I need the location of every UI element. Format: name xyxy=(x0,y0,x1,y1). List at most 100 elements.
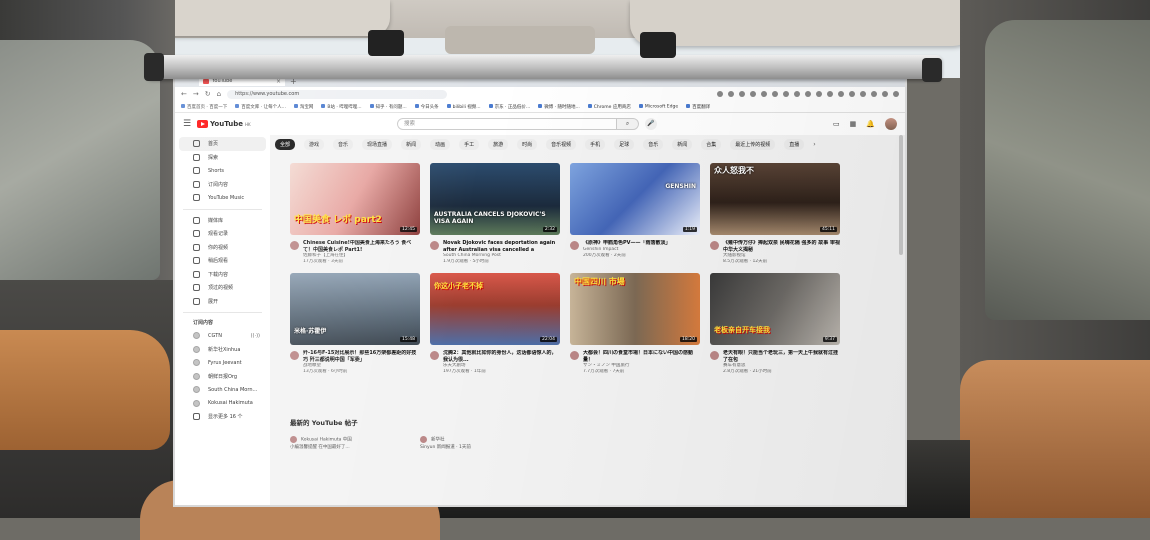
video-title[interactable]: Chinese Cuisine!中国美食上海来たろう 食べて！中国美食レポ Pa… xyxy=(303,240,420,253)
chip[interactable]: 新闻 xyxy=(401,138,422,150)
extension-icon[interactable] xyxy=(860,91,866,97)
chip[interactable]: 音乐 xyxy=(643,138,664,150)
sidebar-item-watch-later[interactable]: 稍后观看 xyxy=(175,254,270,268)
community-post[interactable]: 新华社 Sinyun 新闻报道 · 1天前 xyxy=(420,435,580,451)
sidebar-item-explore[interactable]: 探索 xyxy=(175,151,270,165)
bookmark-item[interactable]: 京东 · 正品低价... xyxy=(489,104,531,110)
video-title[interactable]: 《雍中传万仔》捧起双泉 民嗨花隔 强多的 故事 审视中华大义揭秘 xyxy=(723,240,840,253)
account-avatar[interactable] xyxy=(885,118,897,130)
video-thumbnail[interactable]: 中国四川 市場 18:20 xyxy=(570,273,700,345)
video-card[interactable]: 老板亲自开车接我 9:37 老天有眼！只能当个老玩三，第一天上午我就有过挂了在包… xyxy=(710,273,840,375)
youtube-logo[interactable]: YouTube HK xyxy=(197,120,267,128)
video-card[interactable]: 米格·苏霍伊 15:48 歼-16与F-15对比展示！那些16万架都差距的好技巧… xyxy=(290,273,420,375)
chip[interactable]: 合集 xyxy=(701,138,722,150)
chip-all[interactable]: 全部 xyxy=(275,138,296,150)
extension-icon[interactable] xyxy=(827,91,833,97)
extension-icon[interactable] xyxy=(882,91,888,97)
chip[interactable]: 游戏 xyxy=(304,138,325,150)
video-title[interactable]: 歼-16与F-15对比展示！那些16万架都差距的好技巧 歼三都说明中国「军委」 xyxy=(303,350,420,363)
extension-icon[interactable] xyxy=(783,91,789,97)
sidebar-item-show-more[interactable]: 展开 xyxy=(175,295,270,309)
channel-avatar[interactable] xyxy=(430,241,439,250)
video-thumbnail[interactable]: GENSHIN 1:19 xyxy=(570,163,700,235)
chip[interactable]: 手机 xyxy=(585,138,606,150)
bookmark-item[interactable]: 百度文库 · 让每个人... xyxy=(235,104,286,110)
chip[interactable]: 音乐 xyxy=(333,138,354,150)
bookmark-item[interactable]: Microsoft Edge xyxy=(639,104,678,109)
chip[interactable]: 直播 xyxy=(784,138,805,150)
sidebar-item-liked[interactable]: 顶过的视频 xyxy=(175,281,270,295)
sidebar-show-more-subs[interactable]: 显示更多 16 个 xyxy=(175,410,270,424)
chip[interactable]: 音乐视频 xyxy=(546,138,577,150)
apps-grid-icon[interactable]: ▦ xyxy=(850,120,857,128)
sidebar-sub-channel[interactable]: Kokusai Hakimuta xyxy=(175,397,270,411)
video-thumbnail[interactable]: 你这小子老不掉 22:04 xyxy=(430,273,560,345)
bookmark-item[interactable]: 知乎 · 有问题... xyxy=(370,104,407,110)
chip[interactable]: 现场直播 xyxy=(362,138,393,150)
video-card[interactable]: 中国美食 レポ part2 12:45 Chinese Cuisine!中国美食… xyxy=(290,163,420,265)
bookmark-item[interactable]: 百度翻译 xyxy=(686,104,710,110)
microphone-icon[interactable]: 🎤 xyxy=(645,118,657,130)
bookmark-item[interactable]: 今日头条 xyxy=(415,104,439,110)
bookmark-item[interactable]: Chrome 应用商店 xyxy=(588,104,631,110)
channel-avatar[interactable] xyxy=(570,241,579,250)
bookmark-item[interactable]: B站 · 哔哩哔哩... xyxy=(321,104,361,110)
extension-icon[interactable] xyxy=(805,91,811,97)
sidebar-item-your-videos[interactable]: 你的视频 xyxy=(175,241,270,255)
notifications-bell-icon[interactable]: 🔔 xyxy=(866,120,875,128)
bookmark-item[interactable]: 百度首页 · 百度一下 xyxy=(181,104,227,110)
sidebar-item-history[interactable]: 观看记录 xyxy=(175,227,270,241)
extension-icon[interactable] xyxy=(739,91,745,97)
extension-icon[interactable] xyxy=(838,91,844,97)
sidebar-sub-channel[interactable]: CGTN ((·)) xyxy=(175,329,270,343)
search-input[interactable]: 搜索 xyxy=(397,118,617,130)
channel-avatar[interactable] xyxy=(290,351,299,360)
extension-icon[interactable] xyxy=(761,91,767,97)
home-nav-icon[interactable]: ⌂ xyxy=(217,90,221,98)
sidebar-item-downloads[interactable]: 下载内容 xyxy=(175,268,270,282)
sidebar-sub-channel[interactable]: 朝鲜日报Org xyxy=(175,370,270,384)
video-card[interactable]: 众人怒我不 45:11 《雍中传万仔》捧起双泉 民嗨花隔 强多的 故事 审视中华… xyxy=(710,163,840,265)
sidebar-item-music[interactable]: YouTube Music xyxy=(175,191,270,205)
extension-icon[interactable] xyxy=(728,91,734,97)
sidebar-item-home[interactable]: 首页 xyxy=(179,137,266,151)
extension-icon[interactable] xyxy=(772,91,778,97)
menu-icon[interactable]: ☰ xyxy=(183,119,197,129)
bookmark-item[interactable]: 微博 · 随时随地... xyxy=(538,104,580,110)
chip[interactable]: 新闻 xyxy=(672,138,693,150)
chip[interactable]: 旅游 xyxy=(488,138,509,150)
profile-icon[interactable] xyxy=(893,91,899,97)
video-title[interactable]: 老天有眼！只能当个老玩三，第一天上午我就有过挂了在包 xyxy=(723,350,840,363)
sidebar-item-subscriptions[interactable]: 订阅内容 xyxy=(175,178,270,192)
bookmark-item[interactable]: bilibili 视频... xyxy=(447,104,481,110)
video-thumbnail[interactable]: 众人怒我不 45:11 xyxy=(710,163,840,235)
channel-avatar[interactable] xyxy=(710,241,719,250)
sidebar-sub-channel[interactable]: South China Morn... xyxy=(175,383,270,397)
video-card[interactable]: GENSHIN 1:19 《原神》申鹤角色PV——「雨落散淡」 Genshin … xyxy=(570,163,700,265)
video-thumbnail[interactable]: 中国美食 レポ part2 12:45 xyxy=(290,163,420,235)
channel-avatar[interactable] xyxy=(290,241,299,250)
channel-avatar[interactable] xyxy=(570,351,579,360)
video-title[interactable]: 《原神》申鹤角色PV——「雨落散淡」 xyxy=(583,240,671,247)
bookmark-item[interactable]: 淘宝网 xyxy=(294,104,314,110)
video-card[interactable]: 你这小子老不掉 22:04 沈腾2：其他就比如你的身份人，这话都语惊人的，我认为… xyxy=(430,273,560,375)
video-title[interactable]: 沈腾2：其他就比如你的身份人，这话都语惊人的，我认为很... xyxy=(443,350,560,363)
sidebar-sub-channel[interactable]: Fyrus Jeevant xyxy=(175,356,270,370)
create-video-icon[interactable]: ▭ xyxy=(833,120,840,128)
chip[interactable]: 动画 xyxy=(430,138,451,150)
post-channel[interactable]: 新华社 xyxy=(420,435,580,444)
extension-icon[interactable] xyxy=(816,91,822,97)
reload-icon[interactable]: ↻ xyxy=(205,90,211,98)
sidebar-sub-channel[interactable]: 新华社Xinhua xyxy=(175,343,270,357)
chevron-right-icon[interactable]: › xyxy=(813,141,815,148)
forward-icon[interactable]: → xyxy=(193,90,199,98)
extension-icon[interactable] xyxy=(871,91,877,97)
sidebar-item-shorts[interactable]: Shorts xyxy=(175,164,270,178)
sidebar-item-library[interactable]: 媒体库 xyxy=(175,214,270,228)
channel-avatar[interactable] xyxy=(430,351,439,360)
extension-icon[interactable] xyxy=(750,91,756,97)
video-title[interactable]: 大都会！四川の食堂市場！日本にない中国の感動量！ xyxy=(583,350,700,363)
channel-avatar[interactable] xyxy=(710,351,719,360)
video-card[interactable]: AUSTRALIA CANCELS DJOKOVIC'S VISA AGAIN … xyxy=(430,163,560,265)
video-title[interactable]: Novak Djokovic faces deportation again a… xyxy=(443,240,560,253)
